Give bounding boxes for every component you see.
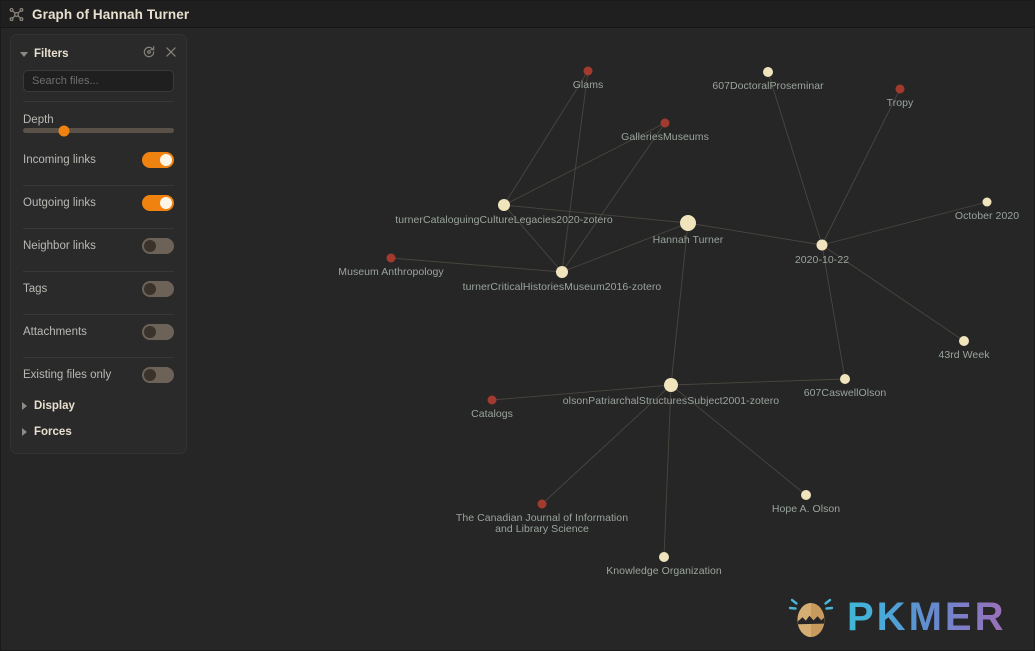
graph-edge: [561, 70, 589, 273]
toggle-knob: [144, 282, 156, 295]
toggle-row-neighbor-links[interactable]: Neighbor links: [23, 229, 174, 262]
graph-node[interactable]: [498, 199, 510, 211]
toggle-switch[interactable]: [142, 280, 174, 297]
depth-slider[interactable]: [23, 125, 174, 136]
filters-section-title: Filters: [34, 48, 69, 60]
toggle-row-attachments[interactable]: Attachments: [23, 315, 174, 348]
toggle-row-outgoing-links[interactable]: Outgoing links: [23, 186, 174, 219]
toggle-knob: [160, 196, 172, 209]
graph-node-label: 2020-10-22: [794, 253, 850, 266]
graph-edge: [561, 122, 666, 273]
graph-edge: [670, 378, 846, 386]
graph-node[interactable]: [816, 239, 828, 251]
search-input[interactable]: [23, 70, 174, 92]
graph-node[interactable]: [659, 552, 669, 562]
graph-node-label: 607DoctoralProseminar: [712, 80, 824, 92]
graph-edge: [670, 222, 689, 386]
graph-node-label: Tropy: [886, 96, 914, 109]
toggle-label: Attachments: [23, 325, 87, 338]
graph-node[interactable]: [583, 66, 593, 76]
graph-node-label: GalleriesMuseums: [621, 130, 709, 143]
chevron-right-icon: [22, 428, 27, 436]
graph-node[interactable]: [840, 374, 850, 384]
pkmer-watermark: PKMER: [788, 590, 1006, 645]
graph-node-label: Catalogs: [471, 407, 513, 420]
graph-node[interactable]: [680, 215, 696, 231]
toggle-switch[interactable]: [142, 237, 174, 254]
toggle-switch[interactable]: [142, 151, 174, 168]
graph-node[interactable]: [895, 84, 905, 94]
toggle-list: Incoming links Outgoing links Neighbor lin…: [23, 143, 174, 391]
graph-icon: [6, 4, 26, 24]
close-icon[interactable]: [164, 45, 178, 64]
depth-control: Depth: [23, 102, 174, 143]
graph-node-label: Hannah Turner: [652, 234, 724, 246]
graph-node-label: Hope A. Olson: [771, 503, 841, 515]
graph-edge: [663, 384, 672, 558]
toggle-knob: [144, 325, 156, 338]
graph-node[interactable]: [664, 378, 678, 392]
graph-node-label: 43rd Week: [938, 349, 990, 361]
graph-node[interactable]: [386, 253, 396, 263]
graph-node-label: October 2020: [954, 209, 1020, 222]
graph-node[interactable]: [982, 197, 992, 207]
collapsed-sections: Display Forces: [11, 395, 186, 443]
graph-node-label: Knowledge Organization: [606, 565, 722, 577]
toggle-switch[interactable]: [142, 323, 174, 340]
filters-panel: Filters Search files... Depth Incoming l…: [10, 34, 187, 454]
toggle-label: Outgoing links: [23, 196, 96, 209]
section-title: Display: [34, 400, 75, 412]
toggle-knob: [144, 239, 156, 252]
titlebar: Graph of Hannah Turner: [1, 1, 1034, 28]
graph-node[interactable]: [537, 499, 547, 509]
toggle-label: Neighbor links: [23, 239, 96, 252]
graph-node-label: turnerCriticalHistoriesMuseum2016-zotero: [462, 281, 662, 293]
toggle-switch[interactable]: [142, 194, 174, 211]
depth-label: Depth: [23, 114, 54, 126]
restore-icon[interactable]: [142, 45, 156, 64]
graph-node[interactable]: [556, 266, 568, 278]
depth-slider-thumb[interactable]: [58, 125, 70, 136]
section-header-display[interactable]: Display: [11, 395, 186, 417]
graph-node-label: Glams: [572, 78, 604, 91]
toggle-label: Incoming links: [23, 153, 96, 166]
chevron-down-icon: [20, 51, 28, 57]
graph-node[interactable]: [763, 67, 773, 77]
toggle-switch[interactable]: [142, 366, 174, 383]
graph-view-window: Graph of Hannah Turner Glams GalleriesMus…: [0, 0, 1035, 651]
filters-section-header[interactable]: Filters: [11, 43, 186, 65]
graph-node[interactable]: [959, 336, 969, 346]
graph-edge: [821, 201, 988, 246]
graph-edge: [503, 70, 589, 206]
graph-edge: [561, 222, 689, 273]
graph-node-label: Museum Anthropology: [338, 265, 444, 278]
graph-node-label: olsonPatriarchalStructuresSubject2001-zo…: [562, 395, 780, 407]
graph-node-label: 607CaswellOlson: [803, 387, 887, 399]
toggle-knob: [144, 368, 156, 381]
chevron-right-icon: [22, 402, 27, 410]
toggle-row-existing-files-only[interactable]: Existing files only: [23, 358, 174, 391]
toggle-row-tags[interactable]: Tags: [23, 272, 174, 305]
graph-node-label: turnerCataloguingCultureLegacies2020-zot…: [395, 214, 613, 226]
toggle-label: Existing files only: [23, 368, 112, 381]
graph-node[interactable]: [801, 490, 811, 500]
toggle-label: Tags: [23, 282, 48, 295]
graph-node[interactable]: [660, 118, 670, 128]
toggle-knob: [160, 153, 172, 166]
pkmer-wordmark: PKMER: [847, 595, 1007, 639]
toggle-row-incoming-links[interactable]: Incoming links: [23, 143, 174, 176]
section-header-forces[interactable]: Forces: [11, 421, 186, 443]
graph-edge: [767, 71, 823, 246]
graph-edge: [821, 88, 901, 246]
pkmer-egg-logo-icon: [788, 590, 834, 645]
graph-node[interactable]: [487, 395, 497, 405]
section-title: Forces: [34, 426, 72, 438]
graph-node-label: The Canadian Journal of Information and …: [455, 511, 629, 535]
page-title: Graph of Hannah Turner: [32, 6, 190, 22]
